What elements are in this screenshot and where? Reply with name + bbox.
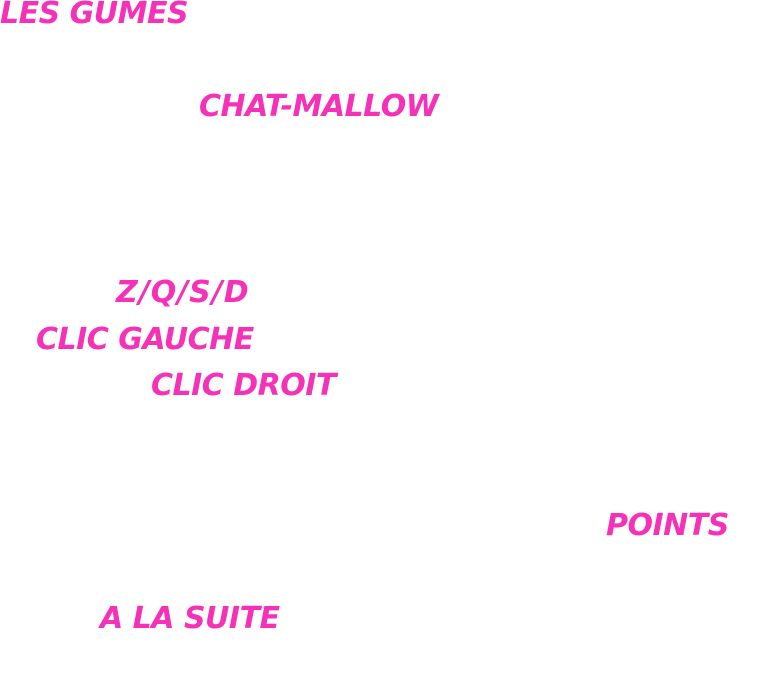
right-click-label: CLIC DROIT (151, 368, 336, 403)
character-name: CHAT-MALLOW (199, 89, 439, 124)
points-label: POINTS (606, 508, 729, 543)
move-keys-label: Z/Q/S/D (116, 275, 250, 310)
continue-link[interactable]: A LA SUITE (100, 602, 280, 636)
left-click-label: CLIC GAUCHE (36, 322, 254, 357)
game-screen: LES GUMES CHAT-MALLOW Z/Q/S/D CLIC GAUCH… (0, 0, 769, 679)
game-title: LES GUMES (0, 0, 189, 31)
